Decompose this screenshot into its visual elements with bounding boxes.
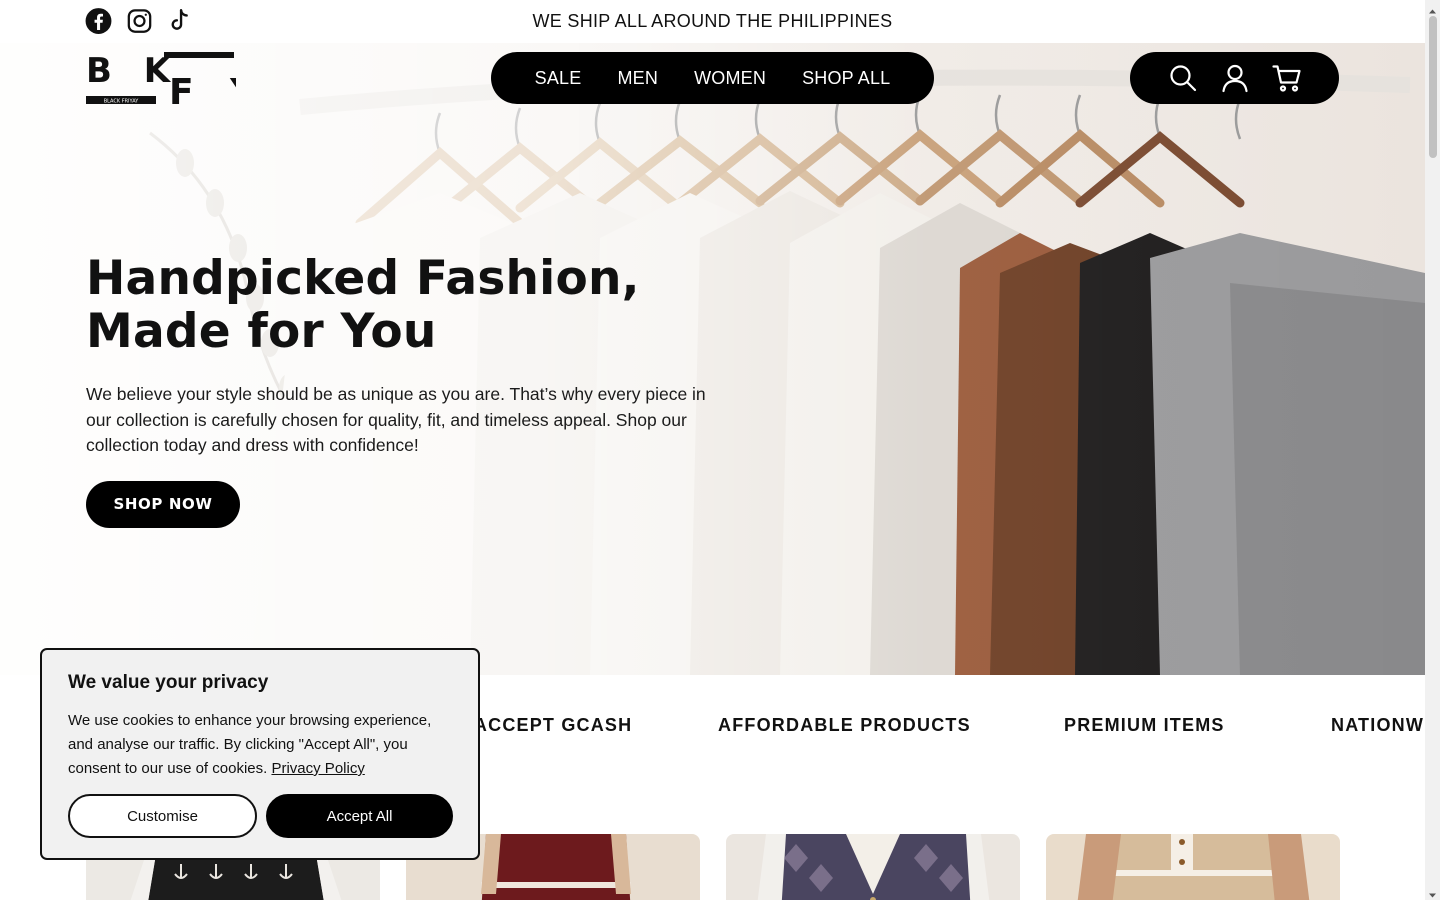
shipping-announcement: WE SHIP ALL AROUND THE PHILIPPINES: [532, 11, 893, 31]
logo-letters-bottom: F Y: [169, 72, 236, 106]
hero-section: Handpicked Fashion, Made for You We beli…: [0, 43, 1425, 675]
nav-women[interactable]: WOMEN: [694, 68, 766, 89]
accept-all-button[interactable]: Accept All: [266, 794, 453, 838]
marquee-item-affordable: AFFORDABLE PRODUCTS: [718, 715, 971, 735]
customise-button[interactable]: Customise: [68, 794, 257, 838]
announcement-bar: WE SHIP ALL AROUND THE PHILIPPINES: [0, 0, 1425, 43]
marquee-item-premium: PREMIUM ITEMS: [1064, 715, 1225, 735]
shop-now-button[interactable]: SHOP NOW: [86, 480, 240, 528]
hero-title-line1: Handpicked Fashion,: [86, 251, 640, 306]
marquee-item-nationwide: NATIONWIDE SHIPPING: [1331, 715, 1425, 735]
nav-sale[interactable]: SALE: [535, 68, 582, 89]
product-card[interactable]: [1046, 834, 1340, 900]
product-card[interactable]: [726, 834, 1020, 900]
nav-shop-all[interactable]: SHOP ALL: [802, 68, 890, 89]
privacy-policy-link[interactable]: Privacy Policy: [271, 760, 364, 777]
hero-title-line2: Made for You: [86, 304, 437, 359]
account-icon[interactable]: [1220, 63, 1250, 93]
scroll-down-arrow-icon[interactable]: [1428, 887, 1437, 898]
utility-navigation: [1130, 52, 1339, 104]
cookie-title: We value your privacy: [68, 672, 269, 693]
cookie-body: We use cookies to enhance your browsing …: [68, 712, 432, 777]
cookie-consent-banner: We value your privacy We use cookies to …: [40, 648, 480, 860]
hero-description: We believe your style should be as uniqu…: [86, 384, 706, 455]
hero-content: Handpicked Fashion, Made for You We beli…: [86, 252, 726, 528]
product-image: [757, 834, 990, 900]
cart-icon[interactable]: [1271, 63, 1302, 93]
nav-men[interactable]: MEN: [617, 68, 658, 89]
page-scrollbar[interactable]: [1425, 0, 1440, 900]
search-icon[interactable]: [1168, 63, 1198, 93]
logo-tagline: BLACK FRIYAY: [104, 99, 140, 105]
main-navigation: SALE MEN WOMEN SHOP ALL: [491, 52, 934, 104]
cookie-actions: Customise Accept All: [68, 794, 453, 838]
brand-logo[interactable]: B K BLACK FRIYAY F Y: [86, 51, 256, 113]
cookie-description: We use cookies to enhance your browsing …: [68, 709, 452, 781]
hero-title: Handpicked Fashion, Made for You: [86, 252, 726, 358]
scrollbar-thumb[interactable]: [1429, 16, 1437, 158]
product-image: [1077, 834, 1310, 900]
scroll-up-arrow-icon[interactable]: [1428, 3, 1437, 14]
